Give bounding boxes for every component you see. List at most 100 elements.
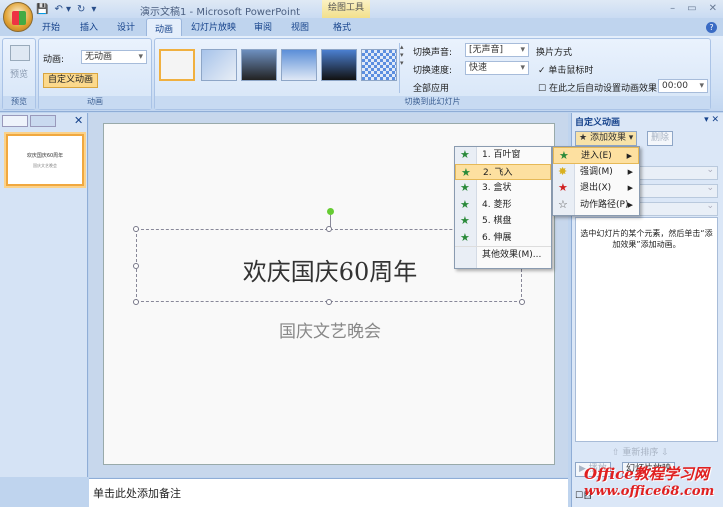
- tab-slides[interactable]: [2, 115, 28, 127]
- slide-subtitle[interactable]: 国庆文艺晚会: [104, 317, 556, 342]
- close-button[interactable]: ✕: [709, 3, 717, 14]
- transition-fade-black[interactable]: [241, 49, 277, 81]
- notes-input[interactable]: 单击此处添加备注: [89, 478, 568, 507]
- undo-icon[interactable]: ↶ ▾: [54, 4, 71, 15]
- office-button[interactable]: [3, 2, 33, 32]
- ribbon: 预览 预览 动画: 无动画 自定义动画 动画 ▴▾▾ 切换声音: [无声音] 切…: [0, 36, 723, 112]
- menu-item-fly-in[interactable]: ★ 2. 飞入: [455, 163, 551, 180]
- tab-format[interactable]: 格式: [333, 20, 351, 33]
- animation-select[interactable]: 无动画: [81, 50, 147, 64]
- tab-insert[interactable]: 插入: [80, 20, 98, 33]
- red-star-icon: ★: [558, 181, 568, 194]
- title-bar: 💾 ↶ ▾ ↻ ▾ 演示文稿1 - Microsoft PowerPoint 绘…: [0, 0, 723, 18]
- green-star-icon: ★: [461, 165, 471, 179]
- help-icon[interactable]: ?: [706, 22, 717, 33]
- rotation-handle[interactable]: [327, 208, 334, 215]
- auto-after-checkbox[interactable]: ☐ 在此之后自动设置动画效果:: [538, 81, 660, 94]
- add-effect-label: 添加效果 ▾: [589, 133, 634, 143]
- menu-item-blinds[interactable]: ★ 1. 百叶窗: [455, 147, 551, 164]
- advance-title: 换片方式: [536, 48, 573, 58]
- transition-cut[interactable]: [281, 49, 317, 81]
- sound-label: 切换声音:: [413, 48, 453, 58]
- pane-options-close[interactable]: ▾ ✕: [704, 115, 719, 125]
- menu-item-entrance[interactable]: ★ 进入(E) ▶: [553, 147, 639, 164]
- watermark-line1: Office教程学习网: [584, 465, 709, 483]
- green-star-icon: ★: [460, 148, 470, 161]
- resize-handle[interactable]: [326, 299, 332, 305]
- menu-item-more-effects[interactable]: 其他效果(M)...: [455, 246, 551, 263]
- green-star-icon: ★: [460, 230, 470, 244]
- reorder[interactable]: ⇧ 重新排序 ⇩: [612, 445, 669, 458]
- menu-item-emphasis[interactable]: ✸ 强调(M) ▶: [553, 164, 639, 181]
- watermark: Office教程学习网 www.office68.com: [584, 465, 714, 501]
- preview-button[interactable]: 预览: [10, 67, 28, 80]
- drawing-tools-context: 绘图工具: [322, 0, 370, 18]
- remove-button[interactable]: 删除: [647, 131, 674, 146]
- gallery-scroll[interactable]: ▴ ▾ ▾: [399, 43, 407, 93]
- customize-qat-icon[interactable]: ▾: [91, 4, 96, 15]
- group-label: 切换到此幻灯片: [155, 96, 710, 109]
- animation-label: 动画:: [43, 55, 65, 65]
- on-click-checkbox[interactable]: ✓ 单击鼠标时: [538, 63, 593, 76]
- green-star-icon: ★: [559, 149, 569, 162]
- yellow-star-icon: ✸: [558, 164, 568, 178]
- group-label: 预览: [3, 96, 35, 109]
- apply-all-button[interactable]: 全部应用: [413, 81, 449, 94]
- tab-view[interactable]: 视图: [291, 20, 309, 33]
- preview-icon: [10, 45, 30, 61]
- ribbon-tabs: 开始 插入 设计 动画 幻灯片放映 审阅 视图 格式: [0, 18, 723, 37]
- add-effect-menu: ★ 进入(E) ▶ ✸ 强调(M) ▶ ★ 退出(X) ▶ ☆ 动作路径(P) ▶: [552, 146, 640, 216]
- menu-item-box[interactable]: ★ 3. 盒状: [455, 180, 551, 197]
- tab-review[interactable]: 审阅: [254, 20, 272, 33]
- resize-handle[interactable]: [326, 226, 332, 232]
- speed-select[interactable]: 快速: [465, 61, 529, 75]
- close-pane-icon[interactable]: ✕: [74, 114, 83, 127]
- maximize-button[interactable]: ▭: [687, 3, 696, 14]
- office-logo-icon: [12, 11, 26, 25]
- transition-fade[interactable]: [201, 49, 237, 81]
- add-effect-button[interactable]: ★ 添加效果 ▾: [575, 131, 638, 146]
- tab-slideshow[interactable]: 幻灯片放映: [191, 20, 236, 33]
- thumb-title: 欢庆国庆60周年: [26, 153, 64, 159]
- tab-home[interactable]: 开始: [42, 20, 60, 33]
- pane-title: 自定义动画: [575, 118, 621, 128]
- slide-thumbnail[interactable]: 欢庆国庆60周年 国庆文艺晚会: [6, 134, 84, 186]
- menu-item-checkerboard[interactable]: ★ 5. 棋盘: [455, 213, 551, 230]
- outline-star-icon: ☆: [558, 197, 568, 211]
- menu-item-motion-path[interactable]: ☆ 动作路径(P) ▶: [553, 197, 639, 214]
- watermark-line2: www.office68.com: [584, 484, 715, 499]
- slides-pane: ✕ 1 欢庆国庆60周年 国庆文艺晚会: [0, 113, 88, 477]
- menu-item-diamond[interactable]: ★ 4. 菱形: [455, 197, 551, 214]
- transition-cut-black[interactable]: [321, 49, 357, 81]
- group-label: 动画: [39, 96, 151, 109]
- auto-after-label: 在此之后自动设置动画效果:: [548, 84, 660, 94]
- green-star-icon: ★: [460, 197, 470, 211]
- custom-animation-button[interactable]: 自定义动画: [43, 73, 99, 88]
- redo-icon[interactable]: ↻: [77, 4, 85, 15]
- save-icon[interactable]: 💾: [36, 4, 48, 15]
- sound-select[interactable]: [无声音]: [465, 43, 529, 57]
- resize-handle[interactable]: [519, 299, 525, 305]
- menu-item-stretch[interactable]: ★ 6. 伸展: [455, 230, 551, 247]
- minimize-button[interactable]: –: [670, 3, 675, 14]
- animation-list[interactable]: 选中幻灯片的某个元素，然后单击“添加效果”添加动画。: [575, 217, 718, 442]
- window-title: 演示文稿1 - Microsoft PowerPoint: [140, 7, 301, 18]
- green-star-icon: ★: [460, 181, 470, 194]
- transition-none[interactable]: [159, 49, 195, 81]
- tab-outline[interactable]: [30, 115, 56, 127]
- transition-group: ▴▾▾ 切换声音: [无声音] 切换速度: 快速 全部应用 换片方式 ✓ 单击鼠…: [154, 38, 711, 110]
- after-time-input[interactable]: 00:00: [658, 79, 708, 93]
- resize-handle[interactable]: [133, 226, 139, 232]
- reorder-label: 重新排序: [622, 448, 659, 458]
- thumb-subtitle: 国庆文艺晚会: [33, 163, 57, 168]
- quick-access-toolbar: 💾 ↶ ▾ ↻ ▾: [36, 2, 96, 16]
- green-star-icon: ★: [460, 214, 470, 227]
- speed-label: 切换速度:: [413, 66, 453, 76]
- on-click-label: 单击鼠标时: [548, 66, 594, 76]
- menu-item-exit[interactable]: ★ 退出(X) ▶: [553, 180, 639, 197]
- entrance-submenu: ★ 1. 百叶窗 ★ 2. 飞入 ★ 3. 盒状 ★ 4. 菱形 ★ 5. 棋盘 ★ 6. …: [454, 146, 552, 269]
- tab-animations[interactable]: 动画: [146, 18, 183, 37]
- tab-design[interactable]: 设计: [117, 20, 135, 33]
- resize-handle[interactable]: [133, 299, 139, 305]
- transition-dissolve[interactable]: [361, 49, 397, 81]
